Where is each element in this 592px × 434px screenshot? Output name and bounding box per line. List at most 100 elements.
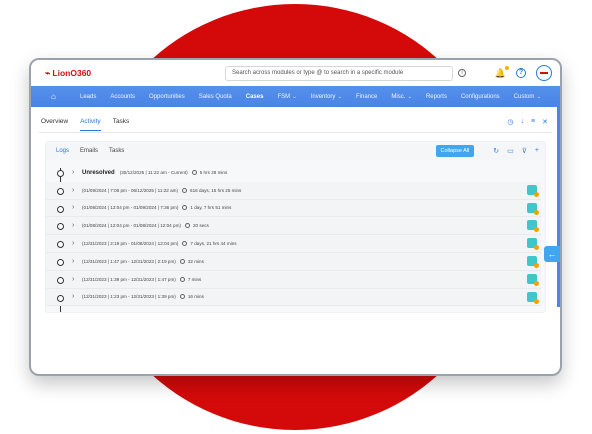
chevron-down-icon: ⌄ (336, 93, 342, 100)
add-icon[interactable]: + (535, 147, 539, 155)
tab-inner-tasks[interactable]: Tasks (109, 148, 124, 154)
row-range: (12/31/2023 | 1:39 pm - 12/31/2023 | 1:4… (82, 276, 176, 282)
chevron-right-icon[interactable]: › (72, 276, 82, 283)
record-tabs: Overview Activity Tasks ◷ ↓ ≡ ✕ (39, 111, 552, 133)
tab-tasks[interactable]: Tasks (113, 113, 130, 130)
chevron-down-icon: ⌄ (291, 93, 297, 100)
logo[interactable]: ⌁ LionO360 (45, 68, 225, 79)
notification-bell-icon[interactable]: 🔔 (495, 65, 509, 79)
nav-item-fsm-label: FSM (277, 93, 291, 100)
top-right-actions: 🔔 ? (495, 65, 552, 81)
chevron-right-icon[interactable]: › (72, 187, 82, 194)
row-range: (01/09/2024 | 7:08 pm - 06/12/2025 | 11:… (82, 187, 179, 193)
search-input[interactable]: Search across modules or type @ to searc… (225, 65, 453, 81)
download-icon[interactable]: ↓ (521, 118, 525, 126)
content: Overview Activity Tasks ◷ ↓ ≡ ✕ Logs Ema… (31, 111, 560, 314)
tab-logs[interactable]: Logs (56, 148, 69, 154)
tab-activity[interactable]: Activity (80, 113, 101, 131)
timeline-node (57, 294, 64, 302)
nav-item-inventory-label: Inventory (310, 93, 336, 100)
main-nav: ⌂ Leads Accounts Opportunities Sales Quo… (31, 86, 560, 107)
row-duration: 20 secs (192, 223, 209, 229)
row-duration: 32 mins (187, 258, 204, 264)
record-tab-actions: ◷ ↓ ≡ ✕ (507, 118, 552, 126)
nav-item-fsm[interactable]: FSM ⌄ (270, 94, 303, 100)
timeline-row[interactable]: › (12/31/2023 | 1:23 pm - 12/31/2023 | 1… (46, 288, 541, 307)
chevron-right-icon[interactable]: › (72, 258, 82, 265)
timeline-row[interactable]: › (01/08/2024 | 12:04 pm - 01/09/2024 | … (46, 199, 541, 218)
panel-actions: ↻ ▭ ⊽ + (485, 147, 545, 155)
timeline-row[interactable]: › (12/31/2023 | 2:19 pm - 01/08/2024 | 1… (46, 235, 541, 253)
row-duration: 7 mins (187, 276, 202, 282)
timeline-node (57, 258, 64, 266)
chevron-right-icon[interactable]: › (72, 240, 82, 247)
nav-item-custom[interactable]: Custom ⌄ (507, 94, 548, 100)
row-duration: 1 day, 7 hrs 51 mins (190, 205, 232, 211)
timeline-node (57, 187, 64, 195)
timeline-row[interactable]: › Unresolved (30/12/2025 | 11:22 am - Cu… (46, 164, 541, 182)
home-icon[interactable]: ⌂ (51, 92, 73, 101)
nav-item-leads[interactable]: Leads (73, 94, 103, 100)
nav-item-accounts[interactable]: Accounts (103, 94, 142, 100)
activity-tabs: Logs Emails Tasks Collapse All ↻ ▭ ⊽ + (46, 142, 545, 160)
row-range: (12/31/2023 | 1:47 pm - 12/31/2023 | 2:1… (82, 258, 176, 264)
chevron-right-icon[interactable]: › (72, 204, 82, 211)
clock-icon (179, 276, 185, 282)
scrollbar[interactable] (557, 107, 560, 307)
inbox-icon[interactable]: ▭ (507, 147, 514, 155)
row-duration: 7 days, 21 hrs 44 mins (190, 241, 237, 247)
chevron-down-icon: ⌄ (535, 93, 541, 100)
chevron-right-icon[interactable]: › (72, 222, 82, 229)
top-bar: ⌁ LionO360 Search across modules or type… (31, 60, 560, 86)
app-window: ⌁ LionO360 Search across modules or type… (29, 58, 562, 376)
row-duration: 616 days, 15 hrs 25 mins (190, 187, 242, 193)
refresh-icon[interactable]: ↻ (493, 147, 499, 155)
nav-item-configurations[interactable]: Configurations (454, 94, 507, 100)
timeline-row[interactable]: › (01/08/2024 | 12:04 pm - 01/08/2024 | … (46, 217, 541, 236)
comment-icon[interactable] (527, 273, 539, 286)
timeline-row[interactable]: › (12/31/2023 | 1:39 pm - 12/31/2023 | 1… (46, 270, 541, 289)
nav-item-misc-label: Misc. (391, 93, 406, 100)
comment-icon[interactable] (527, 220, 539, 233)
stage: ⌁ LionO360 Search across modules or type… (0, 0, 592, 434)
nav-item-misc[interactable]: Misc. ⌄ (384, 94, 419, 100)
chevron-right-icon[interactable]: › (72, 293, 82, 300)
chevron-down-icon: ⌄ (406, 93, 412, 100)
close-icon[interactable]: ✕ (542, 118, 548, 126)
timeline-node (57, 241, 64, 249)
chevron-right-icon[interactable]: › (72, 169, 82, 176)
comment-icon[interactable] (527, 291, 539, 304)
tab-overview[interactable]: Overview (41, 113, 68, 130)
arrow-left-icon[interactable]: ← (544, 246, 560, 262)
nav-item-reports[interactable]: Reports (419, 94, 454, 100)
nav-item-sales-quota[interactable]: Sales Quota (192, 94, 239, 100)
avatar[interactable] (536, 65, 552, 81)
row-range: (12/31/2023 | 2:19 pm - 01/08/2024 | 12:… (82, 241, 179, 247)
filter-icon[interactable]: ⊽ (522, 147, 527, 155)
collapse-all-button[interactable]: Collapse All (435, 145, 475, 157)
comment-icon[interactable] (527, 202, 539, 215)
info-icon[interactable]: i (458, 69, 466, 77)
nav-item-cases[interactable]: Cases (239, 94, 271, 100)
nav-item-inventory[interactable]: Inventory ⌄ (304, 94, 349, 100)
nav-item-custom-label: Custom (513, 93, 535, 100)
clock-icon (182, 205, 188, 211)
timeline-node (57, 276, 64, 284)
timeline-row[interactable]: › (01/09/2024 | 7:08 pm - 06/12/2025 | 1… (46, 181, 541, 200)
nav-item-finance[interactable]: Finance (349, 94, 384, 100)
timeline-node (57, 223, 64, 231)
tab-emails[interactable]: Emails (80, 148, 98, 154)
activity-panel: Logs Emails Tasks Collapse All ↻ ▭ ⊽ + ›… (45, 141, 546, 314)
clock-icon[interactable]: ◷ (507, 118, 513, 126)
menu-icon[interactable]: ≡ (531, 118, 535, 126)
comment-icon[interactable] (527, 255, 539, 268)
row-range: (01/08/2024 | 12:04 pm - 01/08/2024 | 12… (82, 223, 181, 229)
clock-icon (179, 294, 185, 300)
nav-item-opportunities[interactable]: Opportunities (142, 94, 192, 100)
comment-icon[interactable] (527, 238, 539, 251)
timeline-row[interactable]: › (12/31/2023 | 1:47 pm - 12/31/2023 | 2… (46, 252, 541, 271)
logo-text: LionO360 (52, 68, 92, 78)
comment-icon[interactable] (527, 184, 539, 197)
clock-icon (182, 187, 188, 193)
help-icon[interactable]: ? (516, 68, 526, 78)
